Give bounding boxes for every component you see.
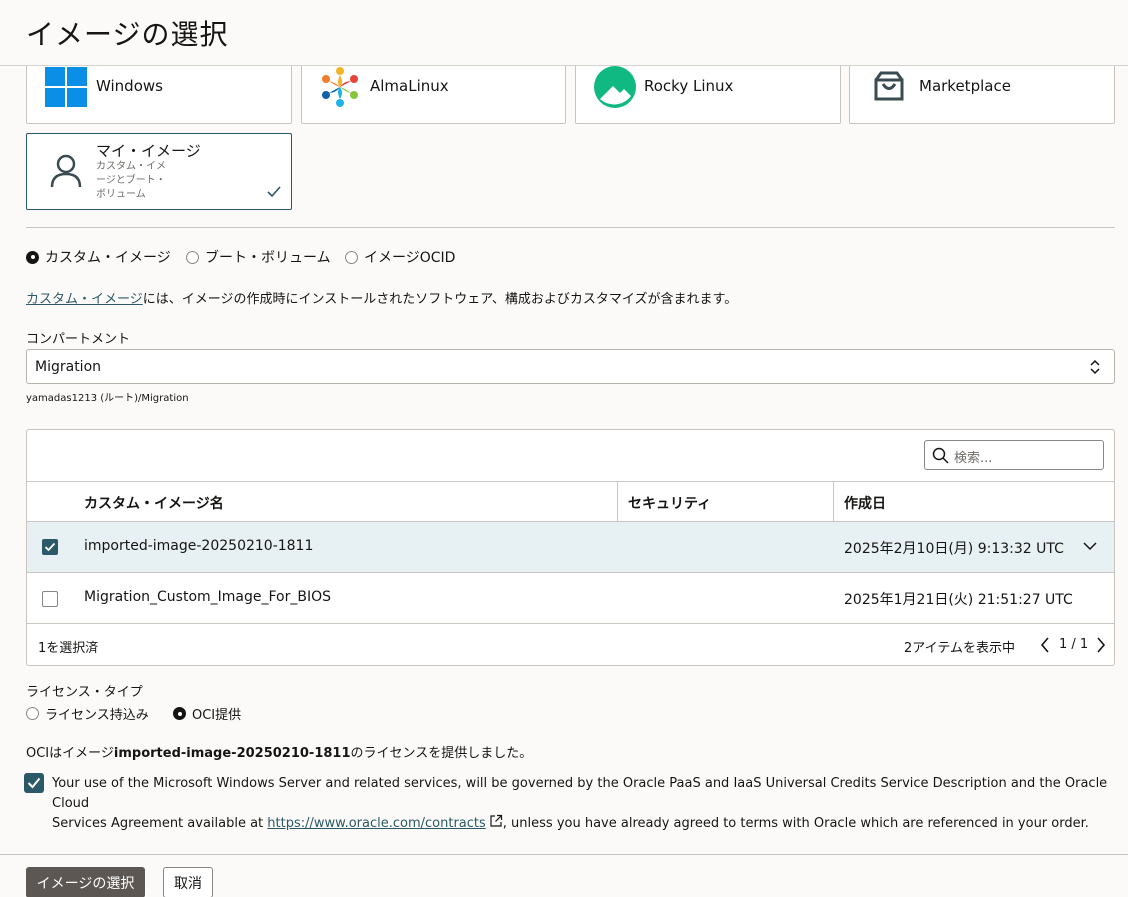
radio-label: イメージOCID xyxy=(364,250,456,266)
custom-image-link[interactable]: カスタム・イメージ xyxy=(26,292,143,307)
tile-windows[interactable]: Windows xyxy=(26,66,292,124)
tile-description: カスタム・イメ ージとブート・ ボリューム xyxy=(96,160,166,202)
select-image-button[interactable]: イメージの選択 xyxy=(26,867,145,897)
checkmark-icon xyxy=(44,542,56,552)
compartment-value: Migration xyxy=(35,359,102,375)
selected-count: 1を選択済 xyxy=(38,641,99,656)
agreement-text-part: Your use of the Microsoft Windows Server… xyxy=(52,776,1108,811)
license-type-label: ライセンス・タイプ xyxy=(26,685,143,700)
column-separator[interactable] xyxy=(617,482,618,522)
radio-oci-provided[interactable]: OCI提供 xyxy=(173,704,241,723)
radio-indicator xyxy=(345,250,358,264)
row-checkbox[interactable] xyxy=(42,539,58,555)
almalinux-icon xyxy=(322,67,358,107)
radio-indicator xyxy=(26,707,39,720)
divider xyxy=(26,227,1115,228)
tile-label-marketplace: Marketplace xyxy=(919,77,1011,95)
compartment-select[interactable]: Migration xyxy=(26,349,1115,384)
image-name: imported-image-20250210-1811 xyxy=(84,538,314,554)
radio-boot-volume[interactable]: ブート・ボリューム xyxy=(186,247,331,267)
notice-suffix: のライセンスを提供しました。 xyxy=(350,746,533,761)
tile-label-my-images: マイ・イメージ xyxy=(96,142,201,160)
radio-label: カスタム・イメージ xyxy=(45,250,171,266)
chevron-up-down-icon xyxy=(1090,359,1100,375)
tile-description-line: ージとブート・ xyxy=(96,175,166,186)
search-placeholder: 検索... xyxy=(954,451,993,466)
tile-label-almalinux: AlmaLinux xyxy=(370,77,449,95)
table-row[interactable]: Migration_Custom_Image_For_BIOS 2025年1月2… xyxy=(27,573,1114,624)
tile-description-line: ボリューム xyxy=(96,189,146,200)
image-created: 2025年2月10日(月) 9:13:32 UTC xyxy=(844,541,1064,557)
row-checkbox[interactable] xyxy=(42,591,58,607)
radio-image-ocid[interactable]: イメージOCID xyxy=(345,247,455,267)
radio-indicator xyxy=(26,250,39,264)
search-icon xyxy=(932,447,949,464)
windows-icon xyxy=(45,67,87,107)
column-header-created[interactable]: 作成日 xyxy=(844,493,886,513)
tile-rocky-linux[interactable]: Rocky Linux xyxy=(575,66,841,124)
notice-image-name: imported-image-20250210-1811 xyxy=(113,746,351,761)
image-created: 2025年1月21日(火) 21:51:27 UTC xyxy=(844,592,1073,608)
radio-label: ライセンス持込み xyxy=(45,708,149,723)
license-notice: OCIはイメージimported-image-20250210-1811のライセ… xyxy=(26,742,532,761)
radio-byol[interactable]: ライセンス持込み xyxy=(26,704,149,723)
agreement-text: Your use of the Microsoft Windows Server… xyxy=(52,774,1112,834)
custom-images-table: 検索... カスタム・イメージ名 セキュリティ 作成日 imported-ima… xyxy=(26,429,1115,666)
tile-my-images[interactable]: マイ・イメージ カスタム・イメ ージとブート・ ボリューム xyxy=(26,133,292,210)
chevron-down-icon[interactable] xyxy=(1083,542,1097,551)
search-input[interactable]: 検索... xyxy=(924,440,1104,470)
checkmark-icon xyxy=(267,186,281,198)
agreement-text-part: Services Agreement available at xyxy=(52,816,268,831)
radio-label: ブート・ボリューム xyxy=(205,250,331,266)
chevron-left-icon[interactable] xyxy=(1040,637,1050,653)
notice-prefix: OCIはイメージ xyxy=(26,746,114,761)
page-title: イメージの選択 xyxy=(26,18,229,51)
checkmark-icon xyxy=(27,777,41,789)
tile-almalinux[interactable]: AlmaLinux xyxy=(301,66,566,124)
agreement-checkbox[interactable] xyxy=(24,773,44,793)
shopping-bag-icon xyxy=(874,71,904,101)
image-name: Migration_Custom_Image_For_BIOS xyxy=(84,589,332,605)
table-row[interactable]: imported-image-20250210-1811 2025年2月10日(… xyxy=(27,522,1114,573)
cancel-button[interactable]: 取消 xyxy=(163,867,213,897)
radio-label: OCI提供 xyxy=(192,708,242,723)
dialog-content: Windows AlmaLinux Rocky Linux Marketplac… xyxy=(0,66,1128,854)
radio-custom-image[interactable]: カスタム・イメージ xyxy=(26,247,171,267)
custom-image-description: カスタム・イメージには、イメージの作成時にインストールされたソフトウェア、構成お… xyxy=(26,288,737,307)
dialog-footer: イメージの選択 取消 xyxy=(0,854,1128,897)
agreement-text-part: , unless you have already agreed to term… xyxy=(502,816,1089,831)
compartment-path: yamadas1213 (ルート)/Migration xyxy=(26,393,189,404)
rocky-linux-icon xyxy=(594,66,636,108)
items-shown: 2アイテムを表示中 xyxy=(904,641,1015,656)
radio-indicator xyxy=(173,707,186,720)
table-header: カスタム・イメージ名 セキュリティ 作成日 xyxy=(27,481,1114,522)
column-header-security[interactable]: セキュリティ xyxy=(628,493,711,513)
column-header-name[interactable]: カスタム・イメージ名 xyxy=(84,493,224,513)
oracle-contracts-link[interactable]: https://www.oracle.com/contracts xyxy=(267,816,486,831)
pagination: 1 / 1 xyxy=(1059,637,1089,652)
tile-label-windows: Windows xyxy=(96,77,163,95)
tile-description-line: カスタム・イメ xyxy=(96,161,166,172)
radio-indicator xyxy=(186,250,199,264)
column-separator[interactable] xyxy=(833,482,834,522)
external-link-icon xyxy=(490,814,502,827)
dialog-header: イメージの選択 xyxy=(0,0,1128,66)
description-text: には、イメージの作成時にインストールされたソフトウェア、構成およびカスタマイズが… xyxy=(142,292,738,307)
chevron-right-icon[interactable] xyxy=(1096,637,1106,653)
compartment-label: コンパートメント xyxy=(26,332,131,347)
tile-marketplace[interactable]: Marketplace xyxy=(849,66,1115,124)
tile-label-rocky-linux: Rocky Linux xyxy=(644,77,734,95)
user-icon xyxy=(50,154,82,188)
